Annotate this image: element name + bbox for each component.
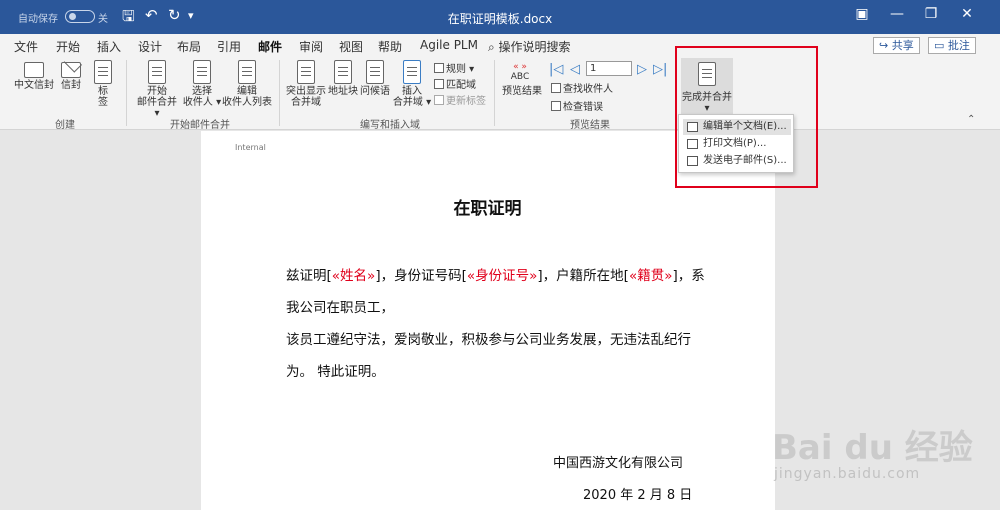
select-recipients-button[interactable]: 选择 收件人 ▾ <box>182 60 222 108</box>
labels-icon <box>94 60 112 84</box>
ribbon-display-options-icon[interactable]: ▣ <box>845 6 879 22</box>
previous-record-icon[interactable]: ◁ <box>570 62 580 77</box>
group-start-merge-label: 开始邮件合并 <box>170 120 230 131</box>
separator <box>126 60 127 126</box>
separator <box>494 60 495 126</box>
next-record-icon[interactable]: ▷ <box>637 62 647 77</box>
address-block-icon <box>334 60 352 84</box>
tab-review[interactable]: 审阅 <box>299 38 323 55</box>
greeting-line-button[interactable]: 问候语 <box>360 60 390 97</box>
watermark-url: jingyan.baidu.com <box>774 466 921 482</box>
search-icon: ⌕ <box>488 40 499 54</box>
highlight-merge-fields-button[interactable]: 突出显示 合并域 <box>284 60 328 108</box>
insert-merge-field-button[interactable]: 插入 合并域 ▾ <box>392 60 432 108</box>
tab-file[interactable]: 文件 <box>14 38 38 55</box>
tab-help[interactable]: 帮助 <box>378 38 402 55</box>
check-errors-button[interactable]: 检查错误 <box>551 98 603 113</box>
header-tag: Internal <box>235 143 266 152</box>
rules-button[interactable]: 规则 ▾ <box>434 60 474 75</box>
tell-me-search[interactable]: ⌕ 操作说明搜索 <box>488 38 571 55</box>
comment-icon: ▭ <box>934 39 948 52</box>
autosave-label: 自动保存 <box>18 14 58 25</box>
paragraph-line-2: 我公司在职员工， <box>286 300 394 316</box>
restore-icon[interactable]: ❐ <box>914 6 948 22</box>
merge-field-origin[interactable]: «籍贯» <box>629 268 673 284</box>
tab-references[interactable]: 引用 <box>217 38 241 55</box>
minimize-icon[interactable]: — <box>880 6 914 22</box>
collapse-ribbon-icon[interactable]: ⌃ <box>967 114 975 125</box>
document-date: 2020 年 2 月 8 日 <box>583 488 693 503</box>
envelope-icon <box>61 62 81 78</box>
redo-icon[interactable]: ↻ <box>168 6 181 24</box>
check-errors-icon <box>551 101 561 111</box>
tab-design[interactable]: 设计 <box>138 38 162 55</box>
tab-home[interactable]: 开始 <box>56 38 80 55</box>
baidu-watermark: Bai du 经验 jingyan.baidu.com <box>772 410 992 500</box>
paragraph-line-4: 为。 特此证明。 <box>286 364 385 380</box>
ribbon: 中文信封 信封 标签 创建 开始 邮件合并 ▾ 选择 收件人 ▾ 编辑 收件人列… <box>0 56 1000 131</box>
document-icon <box>148 60 166 84</box>
envelope-icon <box>24 62 44 78</box>
ribbon-tabs: 文件 开始 插入 设计 布局 引用 邮件 审阅 视图 帮助 Agile PLM … <box>0 34 1000 59</box>
insert-field-icon <box>403 60 421 84</box>
abc-preview-icon: « » ABC <box>510 62 530 82</box>
tab-view[interactable]: 视图 <box>339 38 363 55</box>
update-labels-button[interactable]: 更新标签 <box>434 92 486 107</box>
start-mail-merge-button[interactable]: 开始 邮件合并 ▾ <box>134 60 180 119</box>
first-record-icon[interactable]: |◁ <box>549 62 563 77</box>
merge-field-id[interactable]: «身份证号» <box>467 268 538 284</box>
find-recipient-icon <box>551 83 561 93</box>
update-labels-icon <box>434 95 444 105</box>
share-icon: ↪ <box>879 39 892 52</box>
comments-button[interactable]: ▭ 批注 <box>928 37 976 54</box>
edit-recipient-list-button[interactable]: 编辑 收件人列表 <box>222 60 272 108</box>
watermark-logo-text: Bai du 经验 <box>772 428 973 468</box>
group-preview-label: 预览结果 <box>570 120 610 131</box>
match-fields-icon <box>434 79 444 89</box>
chinese-envelope-button[interactable]: 中文信封 <box>14 62 54 91</box>
share-button[interactable]: ↪ 共享 <box>873 37 920 54</box>
autosave-state: 关 <box>98 14 108 25</box>
merge-field-name[interactable]: «姓名» <box>332 268 376 284</box>
find-recipient-button[interactable]: 查找收件人 <box>551 80 613 95</box>
document-title: 在职证明模板.docx <box>447 12 553 26</box>
match-fields-button[interactable]: 匹配域 <box>434 76 476 91</box>
last-record-icon[interactable]: ▷| <box>653 62 667 77</box>
labels-button[interactable]: 标签 <box>90 60 116 108</box>
document-heading: 在职证明 <box>453 199 522 219</box>
greeting-line-icon <box>366 60 384 84</box>
save-icon[interactable]: 🖫 <box>122 6 135 31</box>
edit-list-icon <box>238 60 256 84</box>
paragraph-line-1: 兹证明[«姓名»]，身份证号码[«身份证号»]，户籍所在地[«籍贯»]，系 <box>286 268 705 284</box>
preview-results-button[interactable]: 预览结果 <box>500 86 544 97</box>
title-bar: 自动保存 关 🖫 ↶ ↻ ▾ 在职证明模板.docx ▣ — ❐ ✕ <box>0 0 1000 34</box>
rules-icon <box>434 63 444 73</box>
separator <box>279 60 280 126</box>
envelopes-button[interactable]: 信封 <box>57 62 85 91</box>
highlight-fields-icon <box>297 60 315 84</box>
customize-quick-access-icon[interactable]: ▾ <box>188 9 194 22</box>
paragraph-line-3: 该员工遵纪守法，爱岗敬业，积极参与公司业务发展，无违法乱纪行 <box>286 332 691 348</box>
address-block-button[interactable]: 地址块 <box>328 60 358 97</box>
record-number-input[interactable]: 1 <box>586 61 632 76</box>
company-name: 中国西游文化有限公司 <box>553 456 684 471</box>
recipients-list-icon <box>193 60 211 84</box>
autosave-toggle[interactable] <box>65 10 95 23</box>
close-icon[interactable]: ✕ <box>950 6 984 22</box>
tab-layout[interactable]: 布局 <box>177 38 201 55</box>
group-write-insert-label: 编写和插入域 <box>360 120 420 131</box>
group-create-label: 创建 <box>55 120 75 131</box>
undo-icon[interactable]: ↶ <box>145 6 158 24</box>
tab-insert[interactable]: 插入 <box>97 38 121 55</box>
tab-agile-plm[interactable]: Agile PLM <box>420 38 478 52</box>
annotation-highlight-box <box>675 46 818 188</box>
